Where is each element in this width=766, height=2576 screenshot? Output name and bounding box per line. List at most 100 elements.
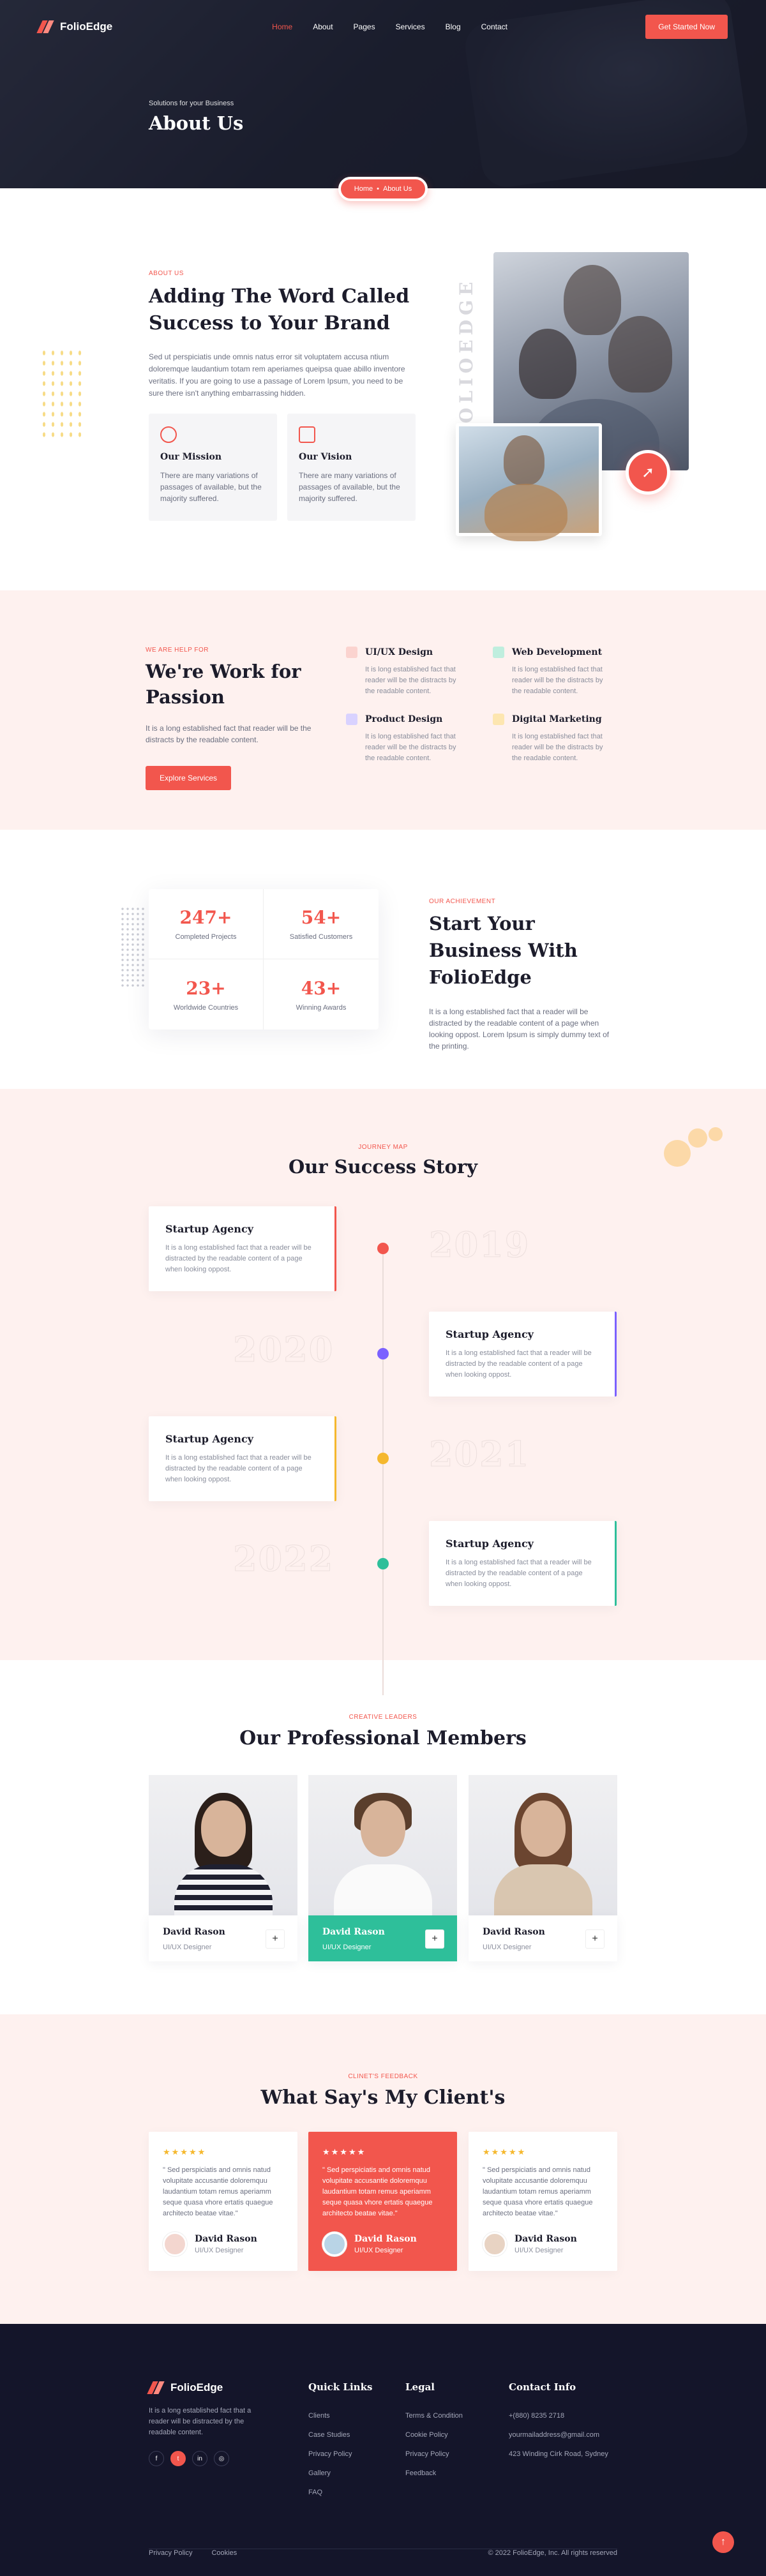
decor-bubble <box>709 1127 723 1141</box>
footer-cookies-link[interactable]: Cookies <box>211 2549 237 2557</box>
target-icon <box>160 426 177 443</box>
member-photo <box>149 1775 297 1915</box>
back-to-top-button[interactable]: ↑ <box>712 2531 734 2553</box>
decor-bubble <box>664 1140 691 1167</box>
main-nav: FolioEdge Home About Pages Services Blog… <box>36 14 728 40</box>
nav-about[interactable]: About <box>313 22 333 31</box>
nav-pages[interactable]: Pages <box>354 22 375 31</box>
stat-label: Winning Awards <box>296 1003 347 1012</box>
footer-link[interactable]: Terms & Condition <box>405 2412 463 2420</box>
footer-link[interactable]: Gallery <box>308 2469 372 2477</box>
instagram-icon[interactable]: ◎ <box>214 2451 229 2466</box>
footer-link[interactable]: Privacy Policy <box>405 2450 463 2458</box>
plus-icon[interactable]: + <box>266 1929 285 1949</box>
nav-services[interactable]: Services <box>396 22 425 31</box>
footer-link[interactable]: Cookie Policy <box>405 2431 463 2439</box>
service-title: Digital Marketing <box>512 714 602 724</box>
testimonial-card: ★★★★★ " Sed perspiciatis and omnis natud… <box>149 2132 297 2271</box>
testimonials-section: CLINET'S FEEDBACK What Say's My Client's… <box>0 2014 766 2324</box>
testimonials-eyebrow: CLINET'S FEEDBACK <box>348 2073 418 2080</box>
timeline-card-text: It is a long established fact that a rea… <box>446 1349 592 1379</box>
stat-label: Satisfied Customers <box>289 933 353 941</box>
timeline-card-text: It is a long established fact that a rea… <box>165 1454 312 1483</box>
timeline-card-title: Startup Agency <box>446 1328 534 1340</box>
contact-phone[interactable]: +(880) 8235 2718 <box>509 2412 608 2420</box>
timeline-card: Startup Agency It is a long established … <box>149 1416 336 1501</box>
nav-blog[interactable]: Blog <box>446 22 461 31</box>
get-started-button[interactable]: Get Started Now <box>645 15 728 39</box>
service-title: Web Development <box>512 647 603 657</box>
stats-panel: 247+ Completed Projects 54+ Satisfied Cu… <box>149 889 379 1030</box>
member-photo <box>308 1775 457 1915</box>
footer-link[interactable]: FAQ <box>308 2489 372 2496</box>
footer-link[interactable]: Case Studies <box>308 2431 372 2439</box>
avatar <box>163 2232 187 2256</box>
footer-link[interactable]: Clients <box>308 2412 372 2420</box>
service-product-design[interactable]: Product Design It is long established fa… <box>346 714 480 784</box>
nav-contact[interactable]: Contact <box>481 22 507 31</box>
timeline-card-title: Startup Agency <box>165 1223 253 1235</box>
timeline-line <box>382 1248 384 1695</box>
timeline-dot <box>377 1243 389 1254</box>
explore-services-button[interactable]: Explore Services <box>146 766 232 790</box>
brand-name: FolioEdge <box>60 20 113 33</box>
testimonial-role: UI/UX Designer <box>195 2247 244 2254</box>
decor-dots <box>40 348 84 437</box>
about-eyebrow: ABOUT US <box>149 270 184 277</box>
decor-bubble <box>688 1128 707 1148</box>
service-web-development[interactable]: Web Development It is long established f… <box>493 647 627 717</box>
footer-col-title: Contact Info <box>509 2381 576 2393</box>
mission-title: Our Mission <box>160 452 222 462</box>
footer-privacy-link[interactable]: Privacy Policy <box>149 2549 192 2557</box>
about-section: ABOUT US Adding The Word Called Success … <box>0 188 766 590</box>
achievement-title: Start Your Business With FolioEdge <box>429 913 578 988</box>
testimonial-role: UI/UX Designer <box>514 2247 564 2254</box>
brand-logo[interactable]: FolioEdge <box>36 20 113 33</box>
avatar <box>483 2232 507 2256</box>
breadcrumb-separator-icon: • <box>377 185 379 193</box>
achievement-text: It is a long established fact that a rea… <box>429 1007 610 1051</box>
about-body: Sed ut perspiciatis unde omnis natus err… <box>149 352 405 398</box>
journey-section: JOURNEY MAP Our Success Story Startup Ag… <box>0 1089 766 1695</box>
contact-address: 423 Winding Cirk Road, Sydney <box>509 2450 608 2458</box>
map-icon <box>299 426 315 443</box>
stat-customers: 54+ Satisfied Customers <box>264 889 379 959</box>
testimonial-quote: " Sed perspiciatis and omnis natud volup… <box>483 2166 593 2217</box>
twitter-icon[interactable]: t <box>170 2451 186 2466</box>
footer-quick-links: Quick Links Clients Case Studies Privacy… <box>308 2381 372 2508</box>
hero-banner: FolioEdge Home About Pages Services Blog… <box>0 0 766 188</box>
contact-email[interactable]: yourmailaddress@gmail.com <box>509 2431 608 2439</box>
linkedin-icon[interactable]: in <box>192 2451 207 2466</box>
footer-logo[interactable]: FolioEdge <box>147 2381 223 2394</box>
achievement-eyebrow: OUR ACHIEVEMENT <box>429 898 496 905</box>
nav-menu: Home About Pages Services Blog Contact <box>272 22 507 31</box>
footer-link[interactable]: Privacy Policy <box>308 2450 372 2458</box>
copyright: © 2022 FolioEdge, Inc. All rights reserv… <box>488 2549 617 2557</box>
testimonial-card: ★★★★★ " Sed perspiciatis and omnis natud… <box>469 2132 617 2271</box>
service-uiux[interactable]: UI/UX Design It is long established fact… <box>346 647 480 717</box>
testimonial-quote: " Sed perspiciatis and omnis natud volup… <box>322 2166 433 2217</box>
service-digital-marketing[interactable]: Digital Marketing It is long established… <box>493 714 627 784</box>
service-title: Product Design <box>365 714 443 724</box>
footer-bottom-bar: Privacy Policy Cookies © 2022 FolioEdge,… <box>149 2549 617 2557</box>
stat-number: 54+ <box>301 907 342 928</box>
footer-link[interactable]: Feedback <box>405 2469 463 2477</box>
nav-home[interactable]: Home <box>272 22 292 31</box>
testimonial-name: David Rason <box>514 2234 577 2244</box>
star-rating-icon: ★★★★★ <box>483 2147 527 2157</box>
member-photo <box>469 1775 617 1915</box>
footer-col-title: Legal <box>405 2381 435 2393</box>
member-card[interactable]: David Rason UI/UX Designer + <box>308 1775 457 1961</box>
timeline-dot <box>377 1453 389 1464</box>
testimonial-name: David Rason <box>195 2234 257 2244</box>
breadcrumb: Home • About Us <box>338 177 428 201</box>
vertical-brand-label: FOLIOEDGE <box>456 277 477 440</box>
plus-icon[interactable]: + <box>425 1929 444 1949</box>
facebook-icon[interactable]: f <box>149 2451 164 2466</box>
member-card[interactable]: David Rason UI/UX Designer + <box>149 1775 297 1961</box>
footer-legal: Legal Terms & Condition Cookie Policy Pr… <box>405 2381 463 2489</box>
service-text: It is long established fact that reader … <box>512 666 603 695</box>
plus-icon[interactable]: + <box>585 1929 605 1949</box>
breadcrumb-home[interactable]: Home <box>354 185 373 193</box>
member-card[interactable]: David Rason UI/UX Designer + <box>469 1775 617 1961</box>
